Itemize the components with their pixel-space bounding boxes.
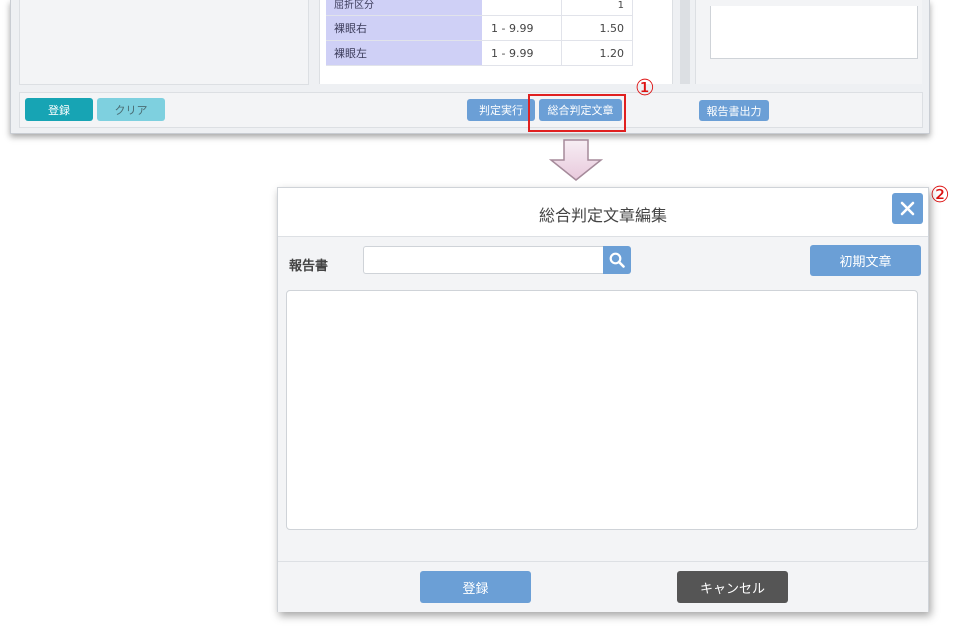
row-label: 裸眼右 <box>326 15 483 41</box>
initial-text-button[interactable]: 初期文章 <box>810 245 921 276</box>
dialog-header: 総合判定文章編集 <box>278 188 928 237</box>
row-value[interactable]: 1.50 <box>561 15 633 41</box>
search-icon <box>609 252 625 268</box>
table-row: 裸眼左 1 - 9.99 1.20 <box>326 40 633 66</box>
footer-toolbar: 登録 クリア 判定実行 総合判定文章 報告書出力 <box>19 92 923 128</box>
exam-result-table: 屈折区分 1 裸眼右 1 - 9.99 1.50 裸眼左 1 - 9.99 1.… <box>326 0 633 66</box>
panel-divider <box>680 0 690 84</box>
dialog-footer: 登録 キャンセル <box>278 561 928 612</box>
clear-button[interactable]: クリア <box>97 98 165 121</box>
right-panel <box>695 0 922 84</box>
left-panel <box>19 0 309 85</box>
table-row: 裸眼右 1 - 9.99 1.50 <box>326 15 633 41</box>
exam-result-panel: 屈折区分 1 裸眼右 1 - 9.99 1.50 裸眼左 1 - 9.99 1.… <box>319 0 673 84</box>
dialog-register-button[interactable]: 登録 <box>420 571 531 603</box>
row-range: 1 - 9.99 <box>482 15 562 41</box>
row-label: 屈折区分 <box>334 0 374 11</box>
judge-run-button[interactable]: 判定実行 <box>467 99 535 121</box>
dialog-title: 総合判定文章編集 <box>538 206 667 225</box>
report-search-input[interactable] <box>363 246 603 274</box>
report-output-button[interactable]: 報告書出力 <box>699 100 769 121</box>
judgment-textarea[interactable] <box>286 290 918 530</box>
register-button[interactable]: 登録 <box>25 98 93 121</box>
table-row: 屈折区分 1 <box>326 0 633 16</box>
down-arrow-icon <box>548 139 604 181</box>
step-marker-1: ① <box>635 76 655 101</box>
main-screen-window: 屈折区分 1 裸眼右 1 - 9.99 1.50 裸眼左 1 - 9.99 1.… <box>10 0 930 134</box>
right-panel-textbox[interactable] <box>710 6 918 59</box>
search-button[interactable] <box>603 246 631 274</box>
report-label: 報告書 <box>289 259 329 274</box>
dialog-body: 報告書 初期文章 <box>278 237 928 561</box>
overall-judgment-edit-dialog: 総合判定文章編集 報告書 初期文章 登録 キャンセル <box>277 187 929 612</box>
close-icon <box>900 201 915 216</box>
row-label: 裸眼左 <box>326 40 483 66</box>
row-value: 1 <box>617 0 624 11</box>
close-button[interactable] <box>892 193 923 224</box>
highlight-box <box>528 94 626 132</box>
row-range: 1 - 9.99 <box>482 40 562 66</box>
row-range <box>482 0 562 16</box>
row-value[interactable]: 1.20 <box>561 40 633 66</box>
dialog-cancel-button[interactable]: キャンセル <box>677 571 788 603</box>
step-marker-2: ② <box>930 183 950 208</box>
